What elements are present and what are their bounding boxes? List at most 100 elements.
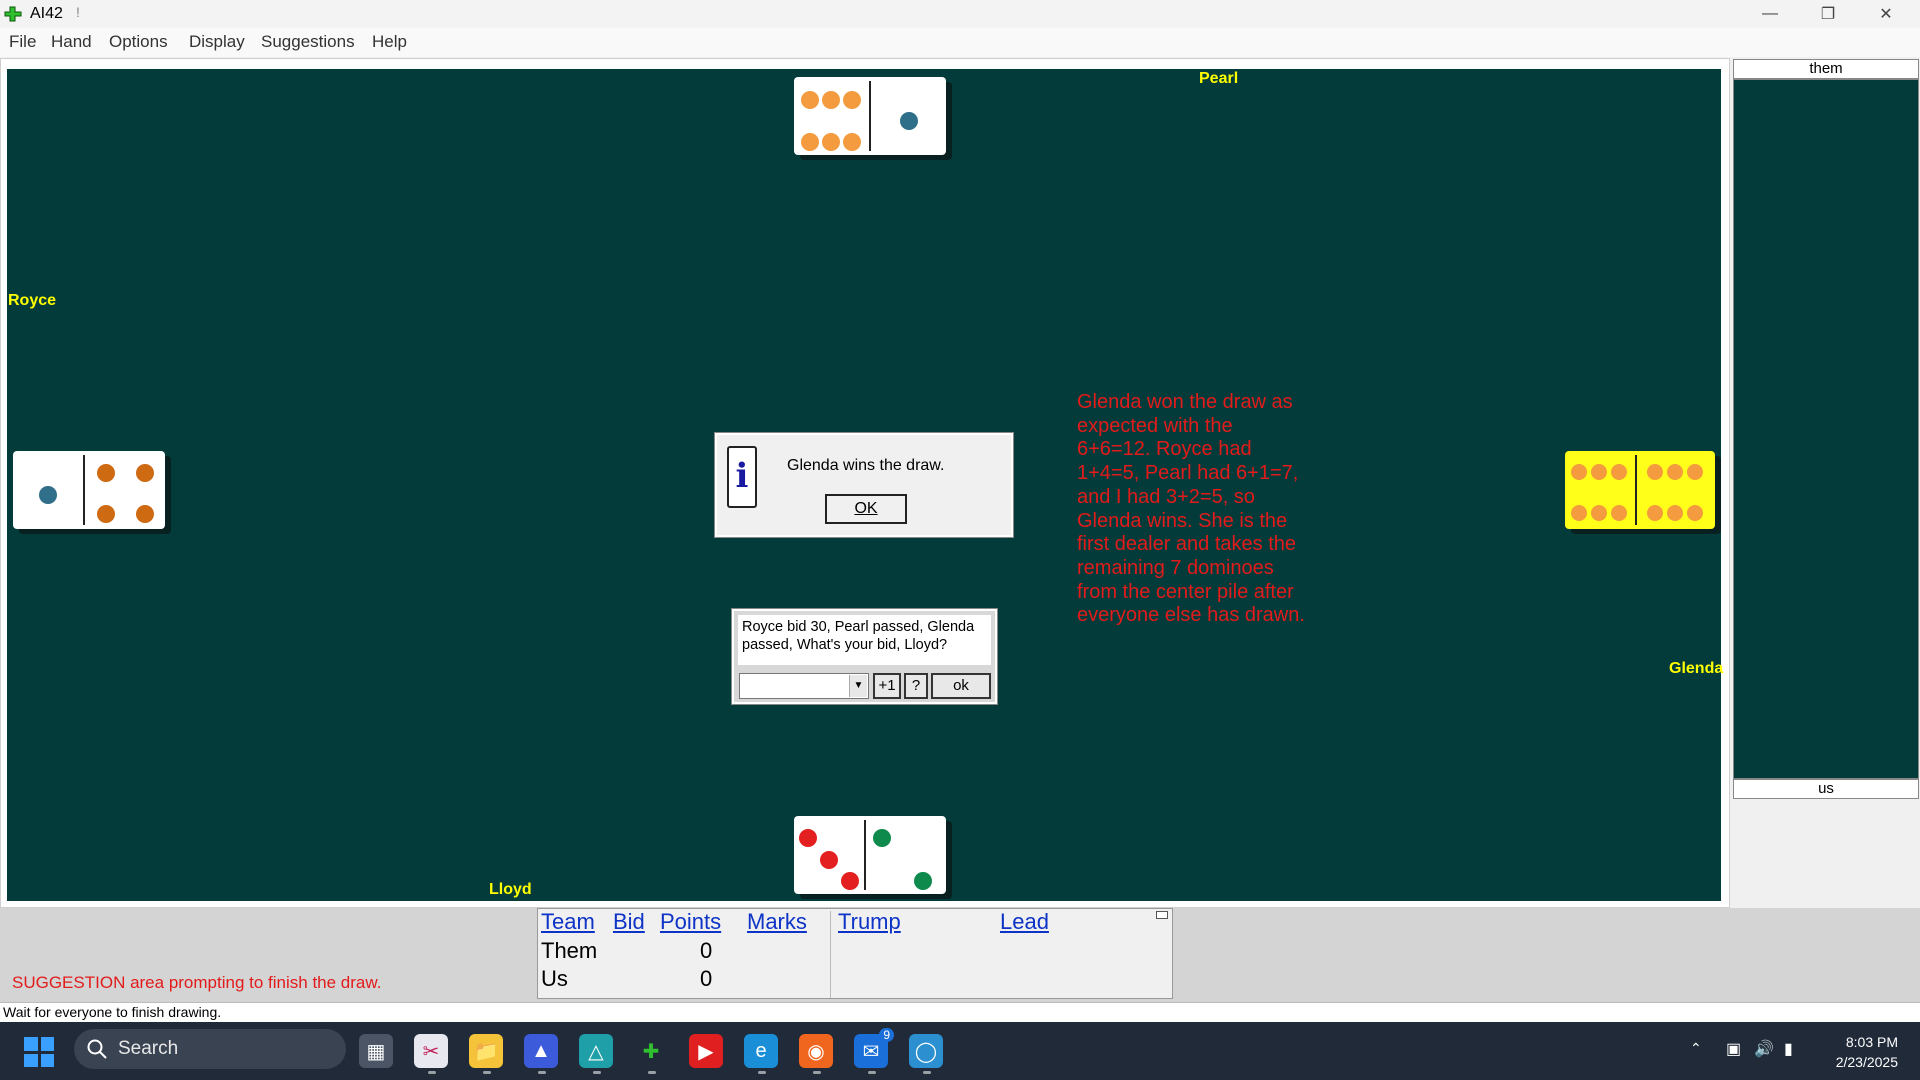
score-panel: Team Bid Points Marks Trump Lead Them 0 … <box>537 908 1173 999</box>
minimize-button[interactable]: — <box>1741 0 1799 28</box>
pip <box>136 505 154 523</box>
network-icon[interactable]: ▣ <box>1726 1039 1741 1059</box>
app-logo-icon <box>4 6 22 22</box>
snipping-tool-icon[interactable]: ✂ <box>414 1034 448 1068</box>
menu-suggestions[interactable]: Suggestions <box>261 32 355 52</box>
clock-time: 8:03 PM <box>1845 1034 1898 1050</box>
bid-box: Royce bid 30, Pearl passed, Glenda passe… <box>731 608 998 705</box>
menu-options[interactable]: Options <box>109 32 168 52</box>
running-indicator <box>868 1071 876 1074</box>
domino-west[interactable] <box>13 451 165 529</box>
restore-button[interactable]: ❐ <box>1799 0 1857 28</box>
file-explorer-icon[interactable]: 📁 <box>469 1034 503 1068</box>
close-button[interactable]: ✕ <box>1857 0 1915 28</box>
score-row-points: 0 <box>700 938 713 963</box>
pip <box>799 829 817 847</box>
domino-east[interactable] <box>1565 451 1715 529</box>
side-panel: them us <box>1732 58 1920 800</box>
help-button[interactable]: ? <box>904 673 928 699</box>
chevron-down-icon[interactable]: ▼ <box>849 675 867 697</box>
score-header-points[interactable]: Points <box>660 909 721 935</box>
taskbar: Search ▦ ✂ 📁 ▲ △ ✚ ▶ e ◉ 9 ✉ ◯ ⌃ ▣ 🔊 ▮ 8:… <box>0 1022 1920 1080</box>
pip <box>1667 464 1683 480</box>
pip <box>843 91 861 109</box>
player-name-east: Glenda <box>1669 660 1724 677</box>
pip <box>1611 505 1627 521</box>
running-indicator <box>758 1071 766 1074</box>
player-name-west: Royce <box>8 292 57 309</box>
firefox-icon[interactable]: ◉ <box>799 1034 833 1068</box>
calculator-icon[interactable]: ▦ <box>359 1034 393 1068</box>
youtube-icon[interactable]: ▶ <box>689 1034 723 1068</box>
us-label: us <box>1733 779 1919 799</box>
domino-divider <box>864 820 866 890</box>
pip <box>136 464 154 482</box>
pip <box>1647 505 1663 521</box>
running-indicator <box>483 1071 491 1074</box>
domino-divider <box>1635 455 1637 525</box>
search-label: Search <box>118 1038 179 1059</box>
domino-south[interactable] <box>794 816 946 894</box>
menu-file[interactable]: File <box>9 32 36 52</box>
pip <box>1647 464 1663 480</box>
volume-icon[interactable]: 🔊 <box>1754 1039 1774 1059</box>
bid-dropdown[interactable]: ▼ <box>739 673 869 699</box>
menu-hand[interactable]: Hand <box>51 32 92 52</box>
windows-start-icon[interactable] <box>24 1037 54 1067</box>
chevron-up-icon[interactable]: ⌃ <box>1690 1040 1702 1057</box>
score-divider <box>830 911 831 998</box>
taskbar-search[interactable]: Search <box>74 1029 346 1069</box>
restore-icon: ❐ <box>1820 6 1836 23</box>
pip <box>841 872 859 890</box>
outlook-icon[interactable]: 9 ✉ <box>854 1028 894 1068</box>
pip <box>822 133 840 151</box>
score-header-bid[interactable]: Bid <box>613 909 645 935</box>
player-name-south: Lloyd <box>489 881 532 898</box>
pip <box>97 505 115 523</box>
them-label: them <box>1733 59 1919 79</box>
pip <box>1687 464 1703 480</box>
running-indicator <box>428 1071 436 1074</box>
score-header-trump[interactable]: Trump <box>838 909 901 935</box>
close-icon: ✕ <box>1879 6 1893 23</box>
score-header-marks[interactable]: Marks <box>747 909 807 935</box>
score-row-points: 0 <box>700 966 713 991</box>
globe-icon[interactable]: ◯ <box>909 1034 943 1068</box>
domino-north[interactable] <box>794 77 946 155</box>
bid-prompt: Royce bid 30, Pearl passed, Glenda passe… <box>738 615 991 665</box>
menu-bar: File Hand Options Display Suggestions He… <box>0 28 1920 57</box>
running-indicator <box>923 1071 931 1074</box>
pip <box>1591 505 1607 521</box>
clock-date: 2/23/2025 <box>1835 1054 1898 1070</box>
pip <box>1571 464 1587 480</box>
running-indicator <box>593 1071 601 1074</box>
player-name-north: Pearl <box>1199 70 1239 87</box>
app-icon[interactable]: △ <box>579 1034 613 1068</box>
score-row-team: Us <box>541 966 568 991</box>
menu-help[interactable]: Help <box>372 32 407 52</box>
running-indicator <box>538 1071 546 1074</box>
score-header-team[interactable]: Team <box>541 909 595 935</box>
pip <box>801 91 819 109</box>
arc-icon[interactable]: ▲ <box>524 1034 558 1068</box>
bottom-area: SUGGESTION area prompting to finish the … <box>0 908 1920 1002</box>
clock[interactable]: 8:03 PM 2/23/2025 <box>1836 1032 1898 1072</box>
pip <box>914 872 932 890</box>
system-tray: ⌃ ▣ 🔊 ▮ 8:03 PM 2/23/2025 <box>1650 1022 1920 1080</box>
trick-board <box>1733 79 1919 779</box>
ai42-icon[interactable]: ✚ <box>634 1034 668 1068</box>
menu-display[interactable]: Display <box>189 32 245 52</box>
edge-icon[interactable]: e <box>744 1034 778 1068</box>
score-header-lead[interactable]: Lead <box>1000 909 1049 935</box>
bid-ok-button[interactable]: ok <box>931 673 991 699</box>
outlook-badge: 9 <box>879 1028 894 1042</box>
dialog-message: Glenda wins the draw. <box>787 457 945 474</box>
dialog-ok-button[interactable]: OK <box>825 494 907 524</box>
pip <box>801 133 819 151</box>
pip <box>1591 464 1607 480</box>
battery-icon[interactable]: ▮ <box>1784 1039 1793 1059</box>
window-title-extra: ! <box>76 4 80 20</box>
commentary-text: Glenda won the draw as expected with the… <box>1077 391 1305 627</box>
plus-one-button[interactable]: +1 <box>873 673 901 699</box>
collapse-icon[interactable] <box>1156 911 1168 919</box>
